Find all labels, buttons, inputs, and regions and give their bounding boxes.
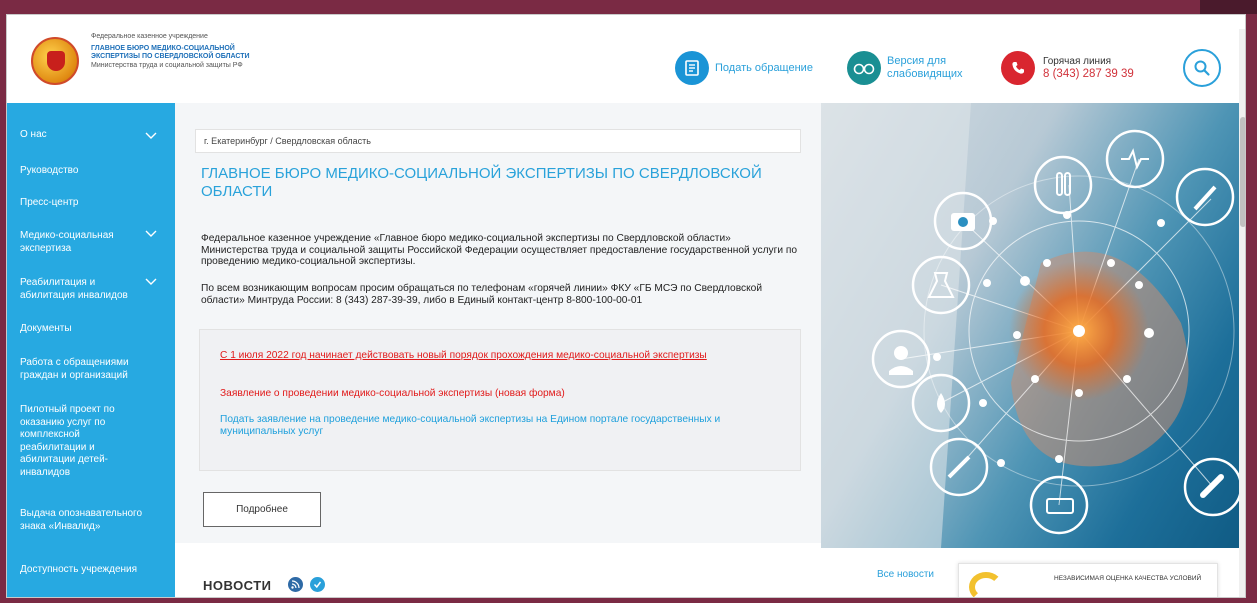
sidebar-item-label: Документы [20, 323, 72, 334]
banner-logo-icon [969, 572, 1003, 597]
sidebar-item-label: Руководство [20, 165, 79, 176]
notice-box: С 1 июля 2022 год начинает действовать н… [199, 329, 801, 471]
hotline-text: Горячая линия 8 (343) 287 39 39 [1043, 55, 1134, 81]
new-procedure-link[interactable]: С 1 июля 2022 год начинает действовать н… [220, 350, 760, 362]
sidebar-menu: О нас Руководство Пресс-центр Медико-соц… [7, 103, 175, 597]
sidebar-item-appeals[interactable]: Работа с обращениями граждан и организац… [20, 357, 160, 382]
organization-name[interactable]: Федеральное казенное учреждение ГЛАВНОЕ … [91, 33, 311, 70]
submit-appeal-label: Подать обращение [715, 61, 813, 74]
org-line-1: Федеральное казенное учреждение [91, 33, 208, 40]
page-title: ГЛАВНОЕ БЮРО МЕДИКО-СОЦИАЛЬНОЙ ЭКСПЕРТИЗ… [201, 165, 762, 200]
banner-text: НЕЗАВИСИМАЯ ОЦЕНКА КАЧЕСТВА УСЛОВИЙ [1054, 575, 1202, 582]
coat-of-arms-logo[interactable] [31, 37, 79, 85]
sidebar-item-label: Реабилитация и абилитация инвалидов [20, 277, 128, 301]
sidebar-item-rehabilitation[interactable]: Реабилитация и абилитация инвалидов [20, 277, 142, 302]
org-line-3: ЭКСПЕРТИЗЫ ПО СВЕРДЛОВСКОЙ ОБЛАСТИ [91, 53, 250, 60]
sidebar-item-press-center[interactable]: Пресс-центр [20, 197, 170, 210]
all-news-link[interactable]: Все новости [877, 569, 934, 580]
low-vision-line-1: Версия для [887, 55, 947, 67]
sidebar-item-label: Пилотный проект по оказанию услуг по ком… [20, 404, 115, 478]
phone-icon [1001, 51, 1035, 85]
vertical-scrollbar[interactable] [1239, 29, 1245, 597]
low-vision-label: Версия для слабовидящих [887, 55, 963, 81]
gosuslugi-link[interactable]: Подать заявление на проведение медико-со… [220, 414, 740, 437]
sidebar-item-label: Выдача опознавательного знака «Инвалид» [20, 508, 143, 532]
window-top-strip [1200, 0, 1257, 14]
low-vision-line-2: слабовидящих [887, 68, 963, 80]
org-line-4: Министерства труда и социальной защиты Р… [91, 61, 243, 69]
glasses-icon [847, 51, 881, 85]
news-section: НОВОСТИ Все новости НЕЗАВИСИМАЯ ОЦЕНКА К… [175, 548, 1245, 597]
sidebar-item-label: Работа с обращениями граждан и организац… [20, 357, 129, 381]
chevron-down-icon[interactable] [145, 276, 157, 288]
sidebar-item-pilot-project[interactable]: Пилотный проект по оказанию услуг по ком… [20, 404, 140, 479]
hero-medical-image [821, 103, 1245, 548]
sidebar-item-label: Пресс-центр [20, 197, 79, 208]
check-icon[interactable] [310, 577, 325, 592]
hotline-label: Горячая линия [1043, 56, 1112, 67]
sidebar-item-documents[interactable]: Документы [20, 323, 170, 336]
intro-paragraph: Федеральное казенное учреждение «Главное… [201, 233, 798, 267]
hotline-block[interactable]: Горячая линия 8 (343) 287 39 39 [1001, 51, 1134, 85]
contact-paragraph: По всем возникающим вопросам просим обра… [201, 283, 763, 306]
sidebar-item-mse[interactable]: Медико-социальная экспертиза [20, 230, 130, 255]
browser-viewport: Федеральное казенное учреждение ГЛАВНОЕ … [6, 14, 1246, 598]
sidebar-item-disabled-sign[interactable]: Выдача опознавательного знака «Инвалид» [20, 508, 150, 533]
news-title: НОВОСТИ [203, 578, 272, 593]
document-icon [675, 51, 709, 85]
search-icon [1194, 60, 1210, 76]
more-button[interactable]: Подробнее [203, 492, 321, 527]
sidebar-item-label: Доступность учреждения [20, 564, 138, 575]
low-vision-version-button[interactable]: Версия для слабовидящих [847, 51, 963, 85]
sidebar-item-label: Медико-социальная экспертиза [20, 230, 114, 254]
application-form-link[interactable]: Заявление о проведении медико-социальной… [220, 388, 760, 400]
main-content: г. Екатеринбург / Свердловская область Г… [175, 103, 821, 543]
hotline-phone[interactable]: 8 (343) 287 39 39 [1043, 68, 1134, 80]
submit-appeal-button[interactable]: Подать обращение [675, 51, 813, 85]
breadcrumb[interactable]: г. Екатеринбург / Свердловская область [195, 129, 801, 153]
org-line-2: ГЛАВНОЕ БЮРО МЕДИКО-СОЦИАЛЬНОЙ [91, 44, 235, 52]
medical-network-illustration [821, 103, 1243, 548]
quality-assessment-banner[interactable]: НЕЗАВИСИМАЯ ОЦЕНКА КАЧЕСТВА УСЛОВИЙ [958, 563, 1218, 597]
sidebar-item-accessibility[interactable]: Доступность учреждения [20, 564, 140, 577]
chevron-down-icon[interactable] [145, 130, 157, 142]
search-button[interactable] [1183, 49, 1221, 87]
rss-icon[interactable] [288, 577, 303, 592]
chevron-down-icon[interactable] [145, 228, 157, 240]
scrollbar-thumb[interactable] [1240, 117, 1245, 227]
sidebar-item-management[interactable]: Руководство [20, 165, 170, 178]
sidebar-item-label: О нас [20, 129, 47, 140]
site-header: Федеральное казенное учреждение ГЛАВНОЕ … [7, 15, 1245, 103]
